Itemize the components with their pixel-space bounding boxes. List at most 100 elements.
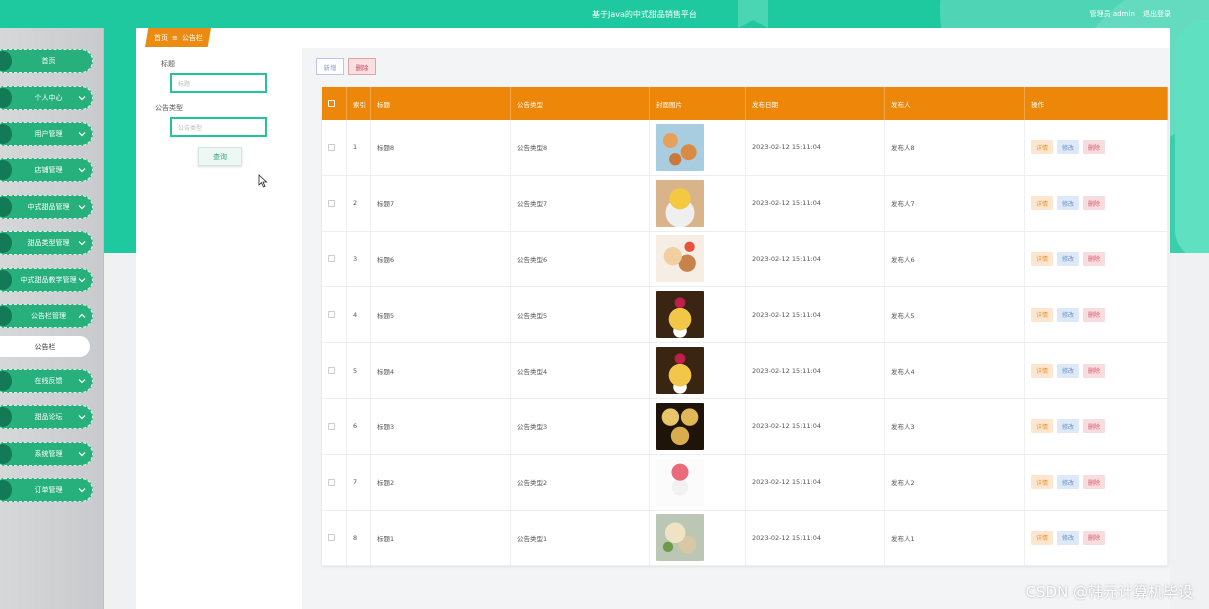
- sidebar-item-label: 个人中心: [34, 94, 63, 102]
- sidebar-item[interactable]: 甜品类型管理: [0, 231, 93, 255]
- detail-button[interactable]: 详情: [1031, 475, 1054, 490]
- row-select-cell: [322, 510, 347, 566]
- row-checkbox[interactable]: [328, 534, 335, 542]
- sidebar-item[interactable]: 订单管理: [0, 478, 93, 502]
- sidebar-subitem-notice-board[interactable]: 公告栏: [0, 336, 90, 357]
- cell-title: 标题4: [371, 343, 511, 398]
- sidebar-item[interactable]: 公告栏管理: [0, 304, 93, 328]
- cell-type: 公告类型1: [511, 510, 650, 566]
- sidebar-item[interactable]: 个人中心: [0, 86, 93, 110]
- cover-image: [656, 347, 704, 395]
- sidebar-item[interactable]: 用户管理: [0, 122, 93, 146]
- table-row[interactable]: 2 标题7 公告类型7 2023-02-12 15:11:04 发布人7 详情 修改 删除: [322, 175, 1168, 232]
- row-checkbox[interactable]: [328, 367, 335, 375]
- sidebar-item-label: 用户管理: [34, 130, 63, 138]
- title-label: 标题: [161, 60, 175, 68]
- delete-button[interactable]: 删除: [1083, 475, 1106, 490]
- column-header-cover: 封面图片: [650, 87, 746, 120]
- row-checkbox[interactable]: [328, 255, 335, 263]
- cell-actions: 详情 修改 删除: [1025, 398, 1168, 454]
- edit-button[interactable]: 修改: [1057, 251, 1080, 266]
- cover-image: [656, 123, 704, 171]
- detail-button[interactable]: 详情: [1031, 251, 1054, 266]
- sidebar-item[interactable]: 店铺管理: [0, 158, 93, 182]
- mouse-cursor-icon: [258, 174, 268, 188]
- sidebar-item[interactable]: 在线反馈: [0, 369, 93, 393]
- chevron-down-icon: [78, 132, 86, 137]
- chevron-down-icon: [78, 415, 86, 420]
- table-row[interactable]: 5 标题4 公告类型4 2023-02-12 15:11:04 发布人4 详情 修改 删除: [322, 343, 1168, 399]
- cell-actions: 详情 修改 删除: [1025, 343, 1168, 398]
- row-checkbox[interactable]: [328, 478, 335, 486]
- detail-button[interactable]: 详情: [1031, 307, 1054, 322]
- cell-publisher: 发布人3: [885, 398, 1025, 454]
- row-select-cell: [322, 454, 347, 510]
- title-search-input[interactable]: 标题: [170, 73, 267, 93]
- delete-button[interactable]: 删除: [1083, 251, 1106, 266]
- column-header-title: 标题: [371, 87, 511, 120]
- edit-button[interactable]: 修改: [1057, 530, 1080, 545]
- sidebar-item[interactable]: 系统管理: [0, 442, 93, 466]
- delete-button[interactable]: 删除: [1083, 530, 1106, 545]
- cell-publisher: 发布人2: [885, 454, 1025, 510]
- detail-button[interactable]: 详情: [1031, 140, 1054, 155]
- sidebar-item[interactable]: 甜品论坛: [0, 405, 93, 429]
- sidebar-item[interactable]: 中式甜品管理: [0, 195, 93, 219]
- cover-image: [656, 402, 704, 450]
- sidebar-item[interactable]: 首页: [0, 49, 93, 73]
- edit-button[interactable]: 修改: [1057, 475, 1080, 490]
- cell-type: 公告类型2: [511, 454, 650, 510]
- row-checkbox[interactable]: [328, 422, 335, 430]
- chevron-down-icon: [78, 241, 86, 246]
- cell-index: 2: [347, 175, 371, 231]
- table-row[interactable]: 4 标题5 公告类型5 2023-02-12 15:11:04 发布人5 详情 修改 删除: [322, 287, 1168, 344]
- sidebar-item[interactable]: 中式甜品教学管理: [0, 268, 93, 292]
- row-select-cell: [322, 175, 347, 231]
- logout-link[interactable]: 退出登录: [1143, 10, 1171, 18]
- chevron-down-icon: [78, 488, 86, 493]
- column-header-date: 发布日期: [746, 87, 885, 120]
- delete-button[interactable]: 删除: [1083, 307, 1106, 322]
- delete-button[interactable]: 删除: [1083, 419, 1106, 434]
- cell-actions: 详情 修改 删除: [1025, 454, 1168, 510]
- table-row[interactable]: 6 标题3 公告类型3 2023-02-12 15:11:04 发布人3 详情 修改 删除: [322, 398, 1168, 455]
- type-search-input[interactable]: 公告类型: [170, 117, 267, 137]
- header-decoration: [1175, 20, 1209, 253]
- edit-button[interactable]: 修改: [1057, 363, 1080, 378]
- watermark: CSDN @韩元计算机毕设: [1025, 583, 1193, 601]
- cell-index: 6: [347, 398, 371, 454]
- cell-title: 标题3: [371, 398, 511, 454]
- cell-date: 2023-02-12 15:11:04: [746, 510, 885, 566]
- table-row[interactable]: 1 标题8 公告类型8 2023-02-12 15:11:04 发布人8 详情 修改 删除: [322, 120, 1168, 176]
- table-row[interactable]: 8 标题1 公告类型1 2023-02-12 15:11:04 发布人1 详情 修改 删除: [322, 510, 1168, 567]
- table-row[interactable]: 7 标题2 公告类型2 2023-02-12 15:11:04 发布人2 详情 修改 删除: [322, 454, 1168, 511]
- edit-button[interactable]: 修改: [1057, 196, 1080, 211]
- detail-button[interactable]: 详情: [1031, 363, 1054, 378]
- detail-button[interactable]: 详情: [1031, 419, 1054, 434]
- delete-button[interactable]: 删除: [1083, 363, 1106, 378]
- cell-date: 2023-02-12 15:11:04: [746, 398, 885, 454]
- add-button[interactable]: 新增: [316, 58, 344, 75]
- batch-delete-button[interactable]: 删除: [348, 58, 376, 75]
- select-all-checkbox[interactable]: [328, 100, 335, 107]
- table-row[interactable]: 3 标题6 公告类型6 2023-02-12 15:11:04 发布人6 详情 修改 删除: [322, 231, 1168, 288]
- detail-button[interactable]: 详情: [1031, 196, 1054, 211]
- row-checkbox[interactable]: [328, 199, 335, 207]
- query-button[interactable]: 查询: [198, 147, 242, 166]
- cell-index: 1: [347, 120, 371, 175]
- cover-image: [656, 235, 704, 283]
- detail-button[interactable]: 详情: [1031, 530, 1054, 545]
- row-select-cell: [322, 231, 347, 287]
- delete-button[interactable]: 删除: [1083, 196, 1106, 211]
- cell-actions: 详情 修改 删除: [1025, 287, 1168, 343]
- edit-button[interactable]: 修改: [1057, 140, 1080, 155]
- cell-cover: [650, 120, 746, 175]
- edit-button[interactable]: 修改: [1057, 419, 1080, 434]
- row-checkbox[interactable]: [328, 311, 335, 319]
- table-body: 1 标题8 公告类型8 2023-02-12 15:11:04 发布人8 详情 修改 删除 2 标…: [322, 120, 1168, 567]
- delete-button[interactable]: 删除: [1083, 140, 1106, 155]
- breadcrumb-home[interactable]: 首页: [154, 33, 168, 43]
- edit-button[interactable]: 修改: [1057, 307, 1080, 322]
- row-checkbox[interactable]: [328, 143, 335, 151]
- cell-date: 2023-02-12 15:11:04: [746, 175, 885, 231]
